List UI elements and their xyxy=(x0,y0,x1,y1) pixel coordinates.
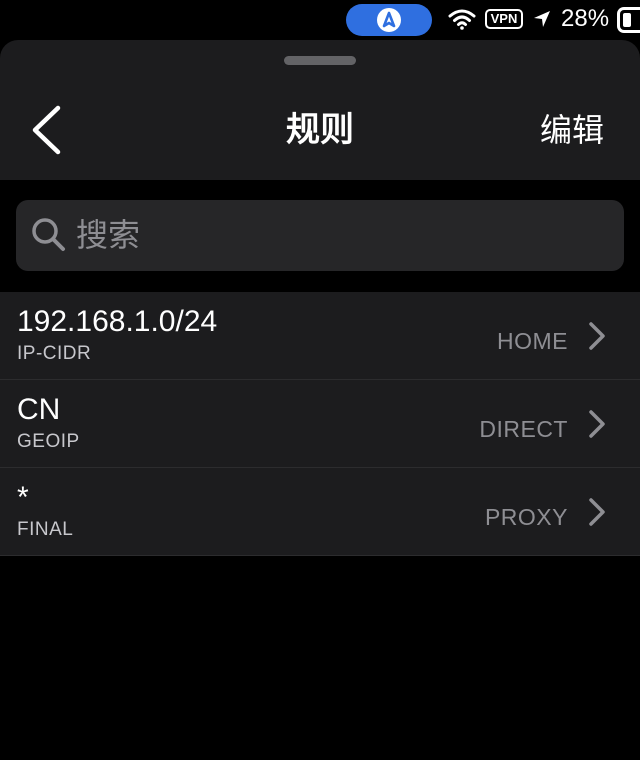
search-icon xyxy=(30,216,68,254)
rule-list: 192.168.1.0/24 IP-CIDR HOME CN GEOIP DIR… xyxy=(0,292,640,556)
rule-policy: HOME xyxy=(497,328,568,354)
rule-value: * xyxy=(17,481,29,514)
battery-fill xyxy=(623,13,631,27)
vpn-badge: VPN xyxy=(485,9,523,29)
back-button[interactable] xyxy=(26,102,70,158)
rule-row[interactable]: CN GEOIP DIRECT xyxy=(0,380,640,468)
chevron-right-icon xyxy=(589,498,605,526)
location-arrow-icon xyxy=(532,9,552,29)
edit-button[interactable]: 编辑 xyxy=(520,108,624,152)
rule-value: 192.168.1.0/24 xyxy=(17,305,218,338)
battery-icon xyxy=(617,7,640,33)
search-placeholder: 搜索 xyxy=(76,216,141,254)
chevron-right-icon xyxy=(589,410,605,438)
rule-policy: DIRECT xyxy=(479,416,568,442)
navigation-arrow-icon xyxy=(377,8,401,32)
rule-type: FINAL xyxy=(17,519,74,540)
wifi-icon xyxy=(448,8,476,30)
navigation-pill[interactable] xyxy=(346,4,432,36)
battery-percent: 28% xyxy=(561,5,610,32)
page-title: 规则 xyxy=(286,110,354,150)
chevron-right-icon xyxy=(589,322,605,350)
rule-value: CN xyxy=(17,393,61,426)
sheet-header: 规则 编辑 xyxy=(0,40,640,180)
rule-type: IP-CIDR xyxy=(17,343,92,364)
rule-policy: PROXY xyxy=(484,504,568,530)
status-bar: VPN 28% xyxy=(0,0,640,40)
rule-type: GEOIP xyxy=(17,431,80,452)
rule-row[interactable]: 192.168.1.0/24 IP-CIDR HOME xyxy=(0,292,640,380)
sheet-grab-handle[interactable] xyxy=(284,56,356,65)
chevron-left-icon xyxy=(32,105,61,155)
rule-row[interactable]: * FINAL PROXY xyxy=(0,468,640,556)
